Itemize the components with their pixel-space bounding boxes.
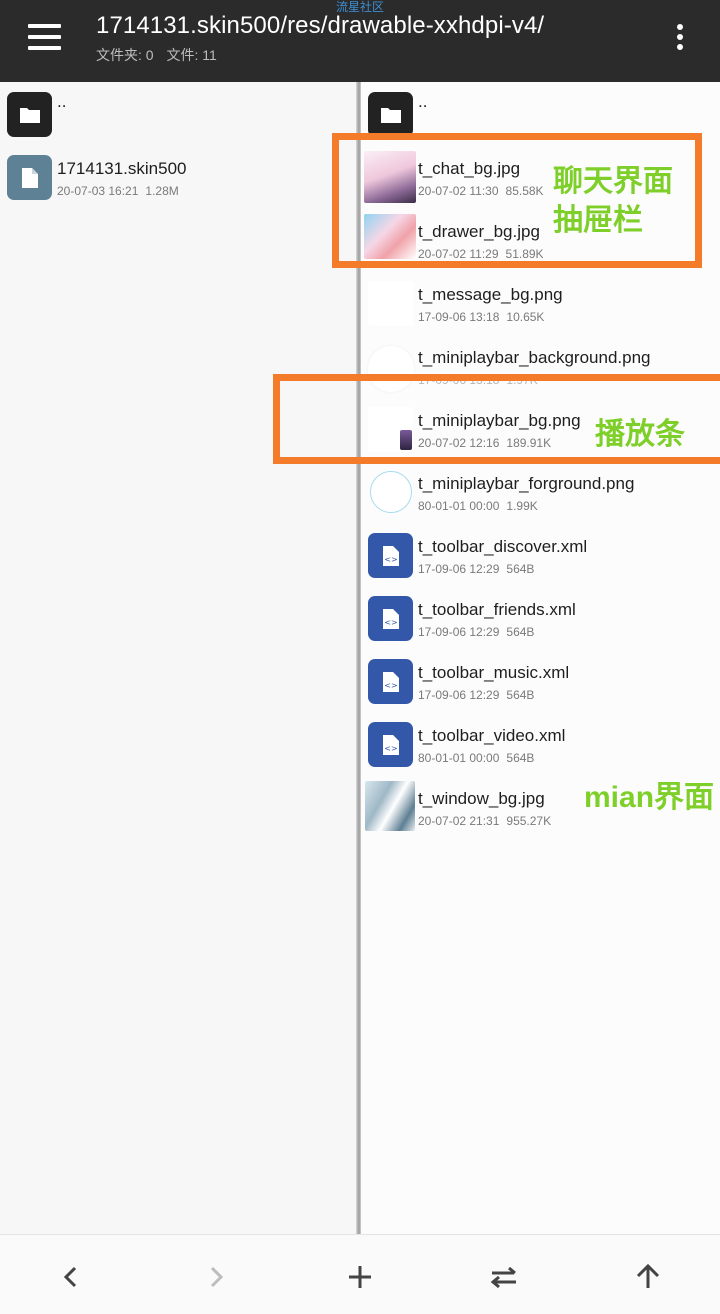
image-thumbnail bbox=[368, 281, 413, 326]
app-bar: 流星社区 1714131.skin500/res/drawable-xxhdpi… bbox=[0, 0, 720, 82]
file-name: t_message_bg.png bbox=[418, 285, 563, 304]
hamburger-menu-icon[interactable] bbox=[28, 24, 62, 50]
file-meta: 17-09-06 13:18 10.65K bbox=[418, 310, 544, 324]
file-size: 564B bbox=[506, 688, 535, 702]
xml-file-icon: <> bbox=[368, 533, 413, 578]
list-item[interactable]: <> t_toolbar_discover.xml 17-09-06 12:29… bbox=[361, 525, 720, 588]
svg-text:<>: <> bbox=[384, 618, 397, 627]
image-thumbnail bbox=[370, 471, 412, 513]
file-name: t_toolbar_video.xml bbox=[418, 726, 566, 745]
annotation-playbar-label: 播放条 bbox=[595, 418, 685, 451]
plus-icon[interactable] bbox=[340, 1257, 380, 1297]
folder-count: 文件夹: 0 bbox=[96, 47, 154, 63]
chevron-right-icon[interactable] bbox=[196, 1257, 236, 1297]
file-meta: 20-07-02 21:31 955.27K bbox=[418, 814, 551, 828]
file-name: t_toolbar_discover.xml bbox=[418, 537, 588, 556]
file-name: t_miniplaybar_background.png bbox=[418, 348, 651, 367]
swap-icon[interactable] bbox=[484, 1257, 524, 1297]
file-date: 20-07-02 21:31 bbox=[418, 814, 500, 828]
annotation-main-label: mian界面 bbox=[584, 781, 715, 814]
file-size: 1.28M bbox=[145, 184, 179, 198]
folder-icon bbox=[7, 92, 52, 137]
file-size: 564B bbox=[506, 751, 535, 765]
arrow-up-icon[interactable] bbox=[628, 1257, 668, 1297]
parent-folder-row[interactable]: .. bbox=[0, 84, 358, 147]
file-name: t_window_bg.jpg bbox=[418, 789, 545, 808]
file-size: 1.99K bbox=[506, 499, 538, 513]
file-icon bbox=[7, 155, 52, 200]
file-date: 20-07-03 16:21 bbox=[57, 184, 139, 198]
image-thumbnail bbox=[365, 781, 415, 831]
list-item[interactable]: <> t_toolbar_video.xml 80-01-01 00:00 564… bbox=[361, 714, 720, 777]
bottom-toolbar bbox=[0, 1234, 720, 1314]
svg-text:<>: <> bbox=[384, 681, 397, 690]
file-date: 17-09-06 12:29 bbox=[418, 625, 500, 639]
xml-file-icon: <> bbox=[368, 659, 413, 704]
file-meta: 17-09-06 12:29 564B bbox=[418, 688, 534, 702]
folder-icon bbox=[368, 92, 413, 137]
list-item[interactable]: <> t_toolbar_music.xml 17-09-06 12:29 564… bbox=[361, 651, 720, 714]
list-item[interactable]: <> t_toolbar_friends.xml 17-09-06 12:29 5… bbox=[361, 588, 720, 651]
file-size: 564B bbox=[506, 562, 535, 576]
file-date: 17-09-06 13:18 bbox=[418, 310, 500, 324]
annotation-chat-label: 聊天界面 bbox=[553, 165, 673, 198]
xml-file-icon: <> bbox=[368, 596, 413, 641]
annotation-drawer-label: 抽屉栏 bbox=[553, 204, 643, 237]
parent-folder-label: .. bbox=[57, 92, 67, 111]
file-size: 955.27K bbox=[506, 814, 552, 828]
file-count: 文件: 11 bbox=[166, 47, 217, 63]
list-item[interactable]: t_message_bg.png 17-09-06 13:18 10.65K bbox=[361, 273, 720, 336]
list-item[interactable]: t_miniplaybar_forground.png 80-01-01 00:… bbox=[361, 462, 720, 525]
xml-file-icon: <> bbox=[368, 722, 413, 767]
file-size: 564B bbox=[506, 625, 535, 639]
current-path: 1714131.skin500/res/drawable-xxhdpi-v4/ bbox=[96, 12, 545, 39]
file-meta: 20-07-03 16:21 1.28M bbox=[57, 184, 179, 198]
file-size: 10.65K bbox=[506, 310, 545, 324]
file-date: 80-01-01 00:00 bbox=[418, 751, 500, 765]
file-date: 80-01-01 00:00 bbox=[418, 499, 500, 513]
svg-text:<>: <> bbox=[384, 555, 397, 564]
file-name: 1714131.skin500 bbox=[57, 159, 187, 178]
chevron-left-icon[interactable] bbox=[52, 1257, 92, 1297]
file-name: t_toolbar_music.xml bbox=[418, 663, 570, 682]
file-meta: 17-09-06 12:29 564B bbox=[418, 562, 534, 576]
file-meta: 80-01-01 00:00 564B bbox=[418, 751, 534, 765]
svg-text:<>: <> bbox=[384, 744, 397, 753]
left-pane: .. 1714131.skin500 20-07-03 16:21 1.28M bbox=[0, 82, 358, 1234]
more-vert-icon[interactable] bbox=[670, 22, 692, 52]
parent-folder-label: .. bbox=[418, 92, 428, 111]
path-summary: 文件夹: 0 文件: 11 bbox=[96, 45, 217, 65]
file-meta: 80-01-01 00:00 1.99K bbox=[418, 499, 538, 513]
file-date: 17-09-06 12:29 bbox=[418, 688, 500, 702]
file-name: t_toolbar_friends.xml bbox=[418, 600, 576, 619]
list-item[interactable]: 1714131.skin500 20-07-03 16:21 1.28M bbox=[0, 147, 358, 210]
file-name: t_miniplaybar_forground.png bbox=[418, 474, 635, 493]
file-date: 17-09-06 12:29 bbox=[418, 562, 500, 576]
file-meta: 17-09-06 12:29 564B bbox=[418, 625, 534, 639]
